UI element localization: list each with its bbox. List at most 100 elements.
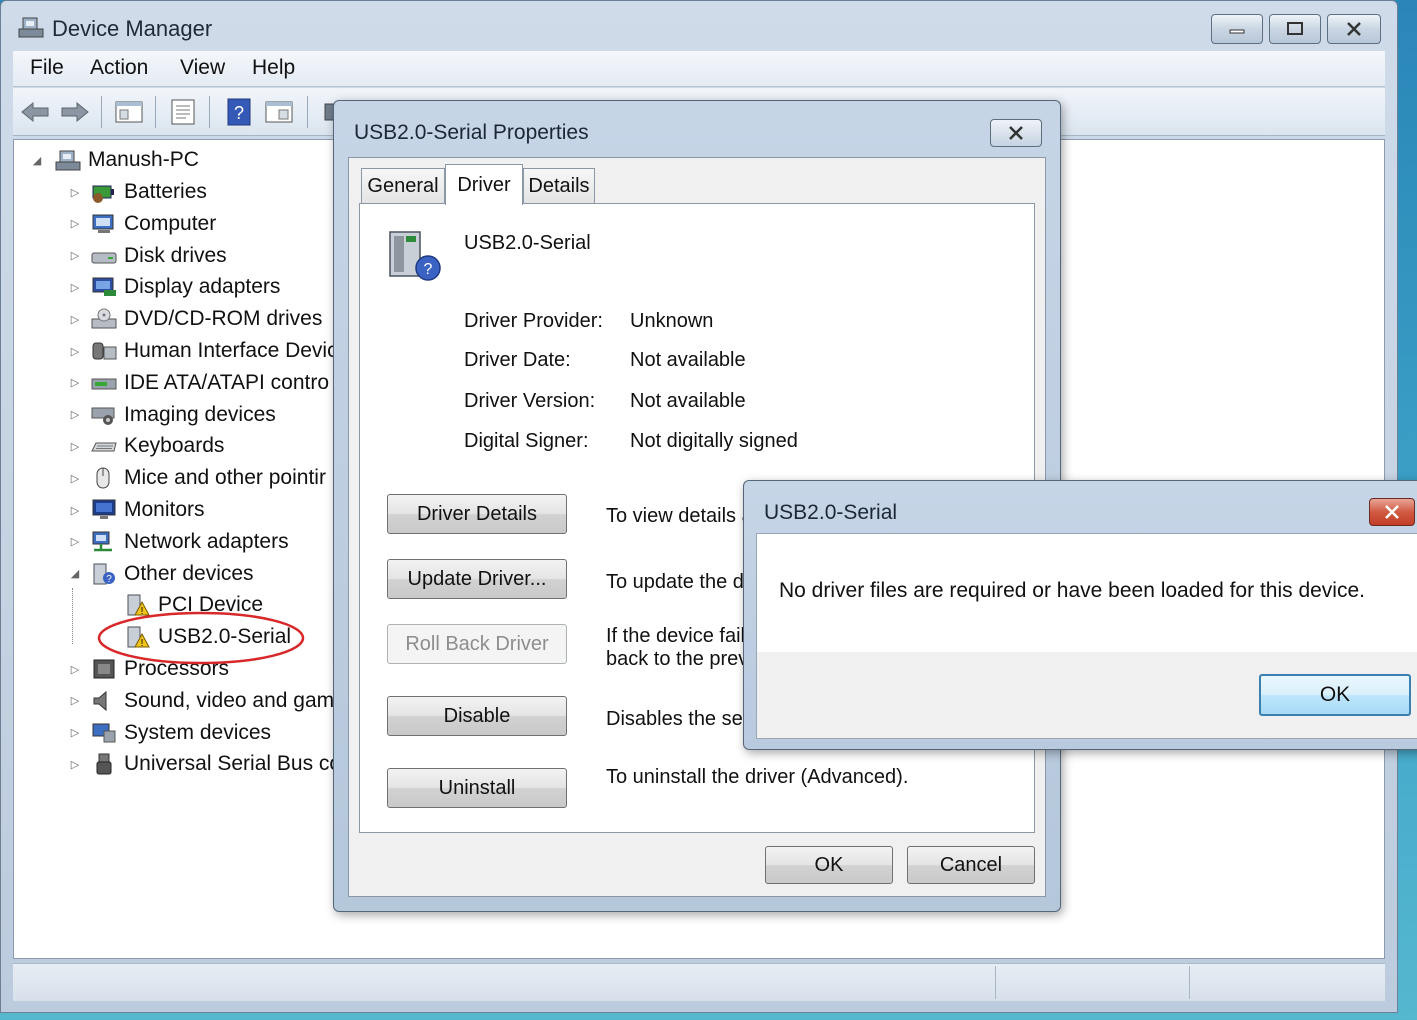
status-bar [13,963,1385,1001]
update-driver-button[interactable]: Update Driver... [387,559,567,599]
maximize-icon [1287,22,1303,35]
driver-details-description: To view details a [606,505,753,527]
close-icon [1009,126,1023,140]
menu-help[interactable]: Help [252,56,295,80]
menu-action[interactable]: Action [90,56,148,80]
back-button[interactable] [19,96,51,128]
tree-root[interactable]: ◢ Manush-PC [30,145,199,175]
roll-back-description-line1: If the device fails [606,625,755,647]
message-box-close-button[interactable] [1369,498,1415,526]
properties-icon [171,99,195,125]
maximize-button[interactable] [1269,14,1321,44]
menu-view[interactable]: View [180,56,225,80]
expand-arrow-icon[interactable]: ▷ [68,694,82,708]
show-hide-tree-button[interactable] [113,96,145,128]
tree-item-label: Mice and other pointir [124,466,326,490]
tree-category-item[interactable]: ▷ DVD/CD-ROM drives [71,304,323,334]
camera-icon [90,402,118,428]
expand-arrow-icon[interactable]: ▷ [68,376,82,390]
status-separator [995,966,996,999]
message-box-ok-button[interactable]: OK [1259,674,1411,716]
tree-category-item[interactable]: ▷ System devices [71,718,271,748]
svg-text:?: ? [234,103,244,123]
tree-category-item[interactable]: ▷ Monitors [71,495,205,525]
tree-item-label: Display adapters [124,275,281,299]
tree-category-item[interactable]: ▷ Universal Serial Bus co [71,749,341,779]
usb-icon [90,751,118,777]
computer-icon [90,211,118,237]
expand-arrow-icon[interactable]: ▷ [68,185,82,199]
tree-category-item[interactable]: ▷ Network adapters [71,527,289,557]
driver-version-value: Not available [630,390,746,412]
tree-category-item[interactable]: ◢? Other devices [71,559,254,589]
tree-item-label: Computer [124,211,217,235]
properties-ok-button[interactable]: OK [765,846,893,884]
scan-hardware-button[interactable] [263,96,295,128]
expand-arrow-icon[interactable]: ▷ [68,535,82,549]
expand-arrow-icon[interactable]: ▷ [68,503,82,517]
tree-item-label: Keyboards [124,434,225,458]
collapse-arrow-icon[interactable]: ◢ [30,153,44,167]
tree-item-label: Batteries [124,180,207,203]
tab-driver[interactable]: Driver [445,164,523,205]
expand-arrow-icon[interactable]: ▷ [68,408,82,422]
tree-category-item[interactable]: ▷ Keyboards [71,431,225,461]
expand-arrow-icon[interactable]: ▷ [68,280,82,294]
toolbar-separator [209,96,210,128]
expand-arrow-icon[interactable]: ▷ [68,662,82,676]
tree-category-item[interactable]: ▷ Sound, video and gam [71,686,334,716]
forward-button[interactable] [59,96,91,128]
expand-arrow-icon[interactable]: ▷ [68,439,82,453]
back-arrow-icon [21,101,49,123]
window-title: Device Manager [52,16,213,41]
status-separator [1189,966,1190,999]
collapse-arrow-icon[interactable]: ◢ [68,567,82,581]
tab-details[interactable]: Details [523,168,595,204]
tree-view-icon [115,101,143,123]
driver-date-label: Driver Date: [464,349,571,371]
tree-category-item[interactable]: ▷ Disk drives [71,241,227,271]
menu-file[interactable]: File [30,56,64,80]
highlight-circle [97,611,305,665]
roll-back-driver-button[interactable]: Roll Back Driver [387,624,567,664]
tree-item-label: Other devices [124,561,254,585]
message-area: No driver files are required or have bee… [757,534,1417,652]
title-bar[interactable]: Device Manager [1,1,1397,51]
device-manager-icon [17,15,45,39]
toolbar-separator [101,96,102,128]
tree-category-item[interactable]: ▷ Imaging devices [71,400,276,430]
expand-arrow-icon[interactable]: ▷ [68,757,82,771]
help-button[interactable]: ? [223,96,255,128]
keyboard-icon [90,433,118,459]
tab-general[interactable]: General [361,168,445,204]
expand-arrow-icon[interactable]: ▷ [68,471,82,485]
close-button[interactable] [1327,14,1381,44]
driver-version-label: Driver Version: [464,390,596,412]
network-icon [90,529,118,555]
uninstall-button[interactable]: Uninstall [387,768,567,808]
tree-item-label: DVD/CD-ROM drives [124,307,323,331]
speaker-icon [90,688,118,714]
expand-arrow-icon[interactable]: ▷ [68,726,82,740]
minimize-button[interactable] [1211,14,1263,44]
expand-arrow-icon[interactable]: ▷ [68,312,82,326]
tree-category-item[interactable]: ▷ IDE ATA/ATAPI contro [71,368,329,398]
disable-description: Disables the sele [606,708,759,730]
tree-category-item[interactable]: ▷ Computer [71,209,217,239]
tree-category-item[interactable]: ▷ Human Interface Devic [71,336,338,366]
expand-arrow-icon[interactable]: ▷ [68,217,82,231]
driver-provider-label: Driver Provider: [464,310,603,332]
toolbar-separator [155,96,156,128]
expand-arrow-icon[interactable]: ▷ [68,344,82,358]
tree-category-item[interactable]: ▷ Batteries [71,177,207,207]
properties-close-button[interactable] [990,119,1042,147]
driver-details-button[interactable]: Driver Details [387,494,567,534]
properties-button[interactable] [167,96,199,128]
message-box: USB2.0-Serial No driver files are requir… [743,480,1417,750]
disable-button[interactable]: Disable [387,696,567,736]
tree-category-item[interactable]: ▷ Mice and other pointir [71,463,326,493]
uninstall-description: To uninstall the driver (Advanced). [606,766,909,788]
expand-arrow-icon[interactable]: ▷ [68,249,82,263]
tree-category-item[interactable]: ▷ Display adapters [71,272,281,302]
properties-cancel-button[interactable]: Cancel [907,846,1035,884]
